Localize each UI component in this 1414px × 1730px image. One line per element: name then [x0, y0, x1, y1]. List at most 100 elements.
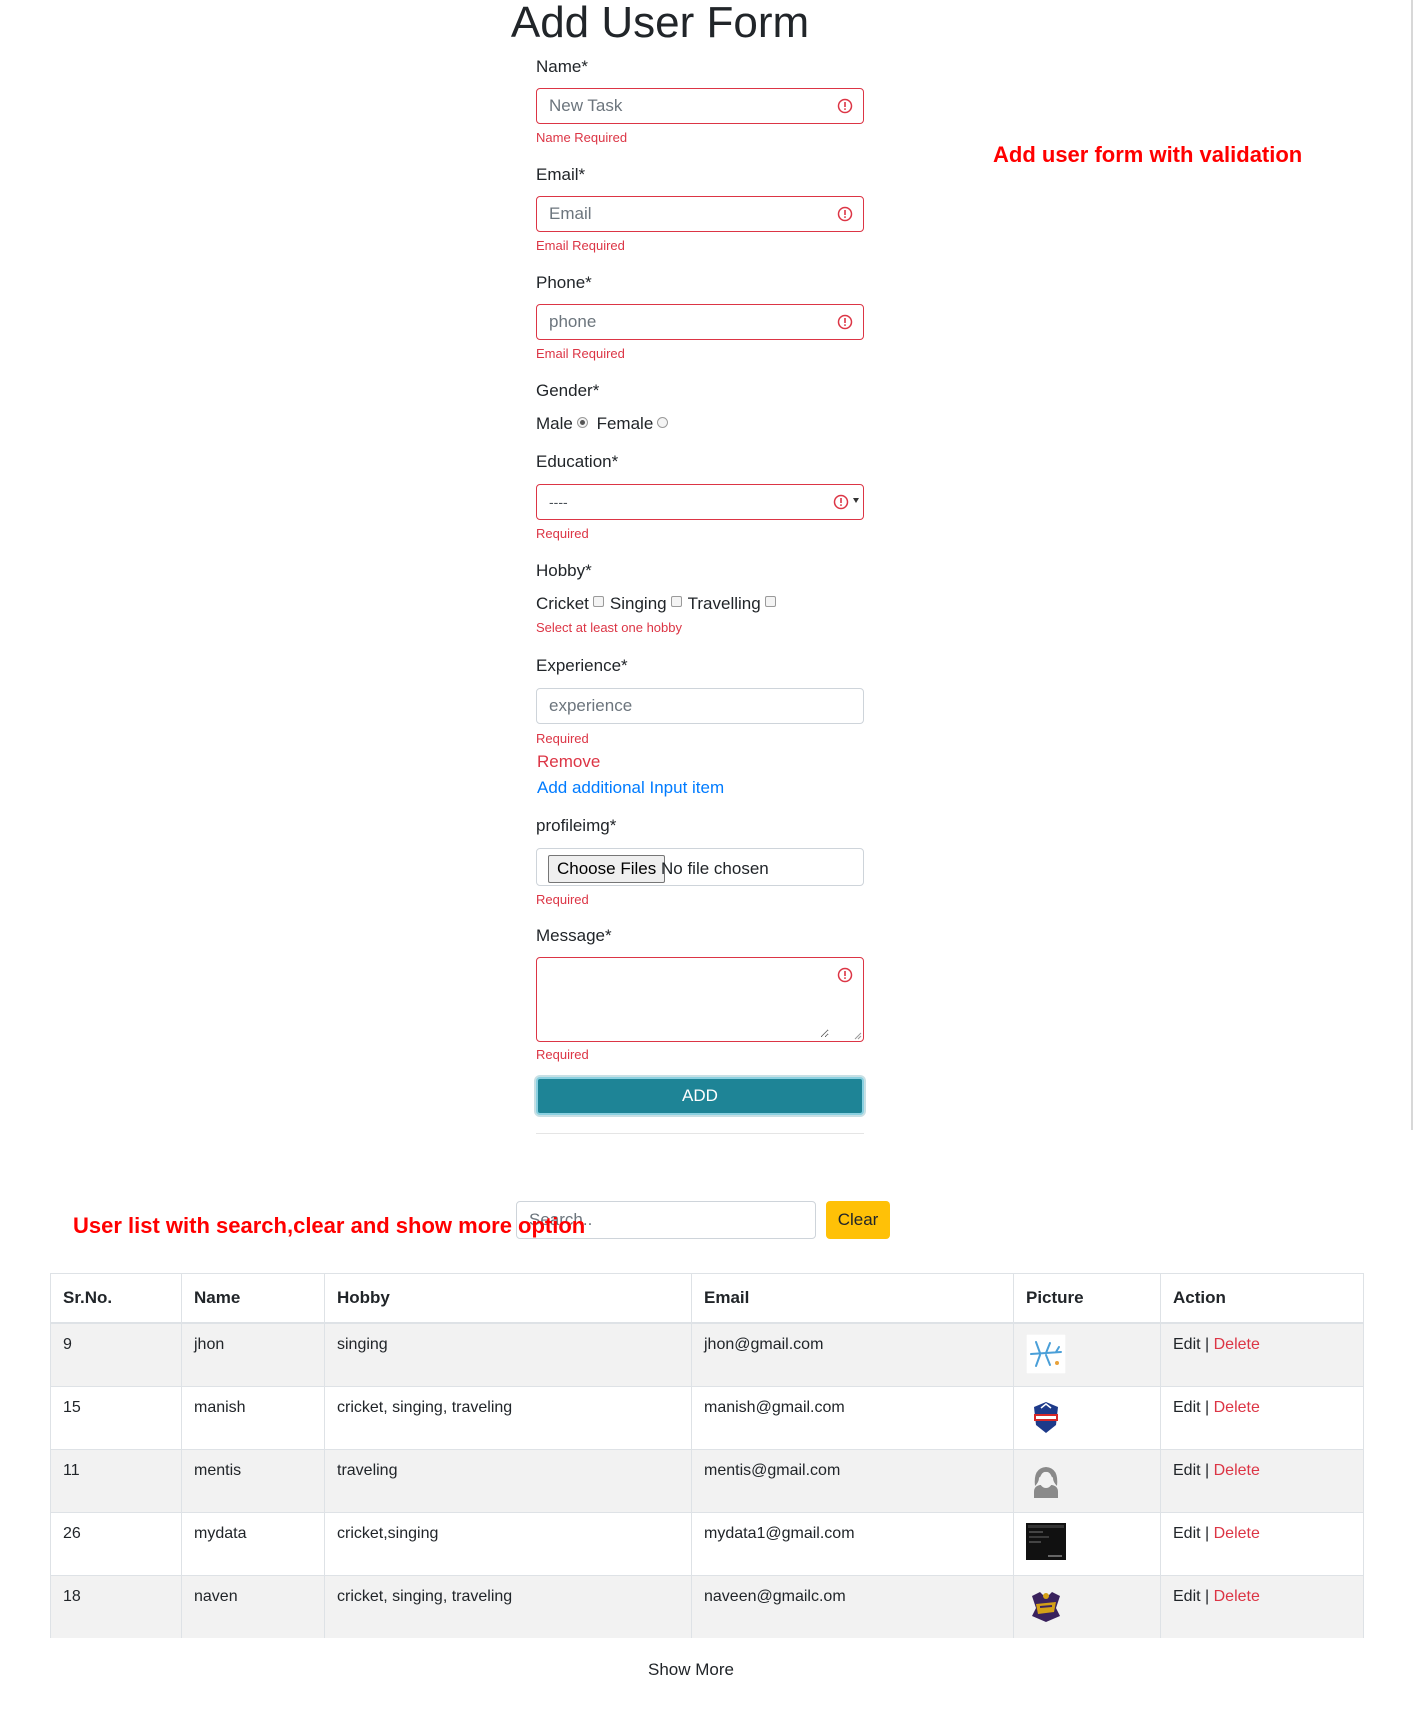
delhi-capitals-logo — [1034, 1401, 1058, 1433]
gender-female-radio[interactable] — [657, 417, 669, 428]
resize-handle-icon[interactable] — [854, 1032, 862, 1040]
email-input[interactable] — [549, 197, 829, 231]
gender-label: Gender* — [536, 381, 600, 400]
hobby-travelling-checkbox[interactable] — [764, 596, 776, 607]
education-label: Education* — [536, 452, 619, 471]
phone-label: Phone* — [536, 273, 592, 292]
education-select[interactable]: ---- — [536, 484, 864, 520]
table-header-row: Sr.No. Name Hobby Email Picture Action — [50, 1273, 1364, 1324]
cell-action: Edit | Delete — [1160, 1322, 1364, 1386]
cell-picture — [1013, 1511, 1161, 1575]
cell-name: mydata — [181, 1511, 325, 1575]
cell-name: jhon — [181, 1322, 325, 1386]
action-separator: | — [1200, 1398, 1214, 1416]
message-field[interactable] — [536, 957, 864, 1042]
table-row: 9 jhon singing jhon@gmail.com Edit | Del… — [50, 1322, 1364, 1386]
education-error: Required — [536, 526, 589, 541]
list-note: User list with search,clear and show mor… — [73, 1213, 586, 1238]
table-row: 15 manish cricket, singing, traveling ma… — [50, 1385, 1364, 1449]
cell-name: mentis — [181, 1448, 325, 1512]
message-label: Message* — [536, 926, 612, 945]
column-header-email: Email — [691, 1273, 1014, 1324]
cell-email: mentis@gmail.com — [691, 1448, 1014, 1512]
hobby-options: Cricket Singing Travelling — [536, 594, 782, 614]
name-input[interactable] — [549, 89, 829, 123]
delete-link[interactable]: Delete — [1214, 1462, 1260, 1479]
table-row: 11 mentis traveling mentis@gmail.com Edi… — [50, 1448, 1364, 1512]
cell-srno: 9 — [50, 1322, 182, 1386]
experience-field[interactable] — [536, 688, 864, 724]
cell-hobby: singing — [324, 1322, 692, 1386]
experience-error: Required — [536, 731, 589, 746]
form-note: Add user form with validation — [993, 142, 1303, 167]
cell-name: manish — [181, 1385, 325, 1449]
cell-email: manish@gmail.com — [691, 1385, 1014, 1449]
cell-hobby: traveling — [324, 1448, 692, 1512]
hobby-cricket-checkbox[interactable] — [592, 596, 604, 607]
column-header-name: Name — [181, 1273, 325, 1324]
name-error: Name Required — [536, 130, 628, 145]
add-input-item-link[interactable]: Add additional Input item — [537, 778, 724, 798]
cell-picture — [1013, 1574, 1161, 1638]
name-field[interactable] — [536, 88, 864, 124]
edit-link[interactable]: Edit — [1173, 1462, 1201, 1479]
gender-option-male-label: Male — [536, 414, 573, 433]
table-row: 26 mydata cricket,singing mydata1@gmail.… — [50, 1511, 1364, 1575]
cell-srno: 26 — [50, 1511, 182, 1575]
hobby-cricket-label: Cricket — [536, 594, 589, 613]
edit-link[interactable]: Edit — [1173, 1525, 1201, 1542]
airplane-icon — [1026, 1334, 1066, 1374]
column-header-srno: Sr.No. — [50, 1273, 182, 1324]
add-button[interactable]: ADD — [536, 1077, 864, 1115]
table-row: 18 naven cricket, singing, traveling nav… — [50, 1574, 1364, 1638]
phone-error: Email Required — [536, 346, 625, 361]
delete-link[interactable]: Delete — [1214, 1399, 1260, 1416]
gender-option-female-label: Female — [596, 414, 654, 433]
email-field[interactable] — [536, 196, 864, 232]
name-label: Name* — [536, 57, 588, 76]
user-table: Sr.No. Name Hobby Email Picture Action 9… — [50, 1273, 1364, 1638]
cell-picture — [1013, 1385, 1161, 1449]
phone-field[interactable] — [536, 304, 864, 340]
error-icon — [837, 967, 853, 983]
education-selected: ---- — [549, 494, 568, 510]
remove-link[interactable]: Remove — [537, 752, 600, 772]
experience-input[interactable] — [549, 689, 829, 723]
email-error: Email Required — [536, 238, 625, 253]
cell-picture — [1013, 1322, 1161, 1386]
action-separator: | — [1200, 1587, 1214, 1605]
hobby-singing-checkbox[interactable] — [670, 596, 682, 607]
delete-link[interactable]: Delete — [1214, 1588, 1260, 1605]
error-icon — [837, 314, 853, 330]
edit-link[interactable]: Edit — [1173, 1336, 1201, 1353]
show-more-button[interactable]: Show More — [0, 1660, 1382, 1680]
column-header-hobby: Hobby — [324, 1273, 692, 1324]
cell-action: Edit | Delete — [1160, 1385, 1364, 1449]
profileimg-error: Required — [536, 892, 589, 907]
action-separator: | — [1200, 1461, 1214, 1479]
clear-button[interactable]: Clear — [826, 1201, 890, 1239]
cell-email: mydata1@gmail.com — [691, 1511, 1014, 1575]
delete-link[interactable]: Delete — [1214, 1525, 1260, 1542]
gender-male-radio[interactable] — [576, 417, 588, 428]
cell-name: naven — [181, 1574, 325, 1638]
delete-link[interactable]: Delete — [1214, 1336, 1260, 1353]
choose-files-button[interactable]: Choose Files — [548, 855, 666, 883]
edit-link[interactable]: Edit — [1173, 1588, 1201, 1605]
profileimg-file-input[interactable]: Choose Files No file chosen — [536, 848, 864, 886]
page-title: Add User Form — [510, 0, 810, 47]
email-label: Email* — [536, 165, 586, 184]
cell-hobby: cricket, singing, traveling — [324, 1574, 692, 1638]
cell-srno: 11 — [50, 1448, 182, 1512]
hobby-travelling-label: Travelling — [687, 594, 761, 613]
cell-action: Edit | Delete — [1160, 1511, 1364, 1575]
divider — [536, 1133, 864, 1134]
phone-input[interactable] — [549, 305, 829, 339]
message-textarea[interactable] — [549, 958, 829, 1038]
edit-link[interactable]: Edit — [1173, 1399, 1201, 1416]
error-icon — [833, 494, 849, 510]
hobby-singing-label: Singing — [609, 594, 667, 613]
profileimg-label: profileimg* — [536, 816, 617, 835]
error-icon — [837, 98, 853, 114]
cell-action: Edit | Delete — [1160, 1574, 1364, 1638]
